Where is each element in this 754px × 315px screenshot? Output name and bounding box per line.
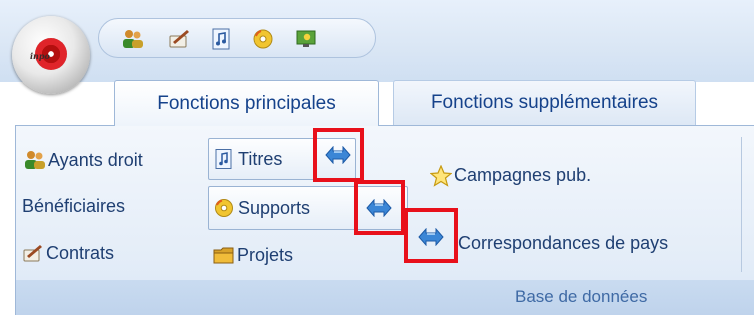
campagnes-pub-button[interactable]: Campagnes pub.	[429, 160, 592, 190]
double-arrow-icon[interactable]	[325, 146, 351, 164]
disc-icon	[214, 198, 234, 218]
star-icon	[429, 164, 453, 187]
music-document-icon	[214, 149, 234, 169]
campagnes-pub-label: Campagnes pub.	[454, 164, 592, 185]
tab-fonctions-principales[interactable]: Fonctions principales	[114, 80, 379, 126]
settings-screen-icon[interactable]	[295, 27, 319, 51]
supports-button[interactable]: Supports	[214, 193, 310, 223]
group-separator	[741, 137, 742, 272]
projets-label: Projets	[237, 244, 294, 265]
pen-icon[interactable]	[167, 27, 191, 51]
quick-access-toolbar	[98, 18, 376, 58]
correspondances-de-pays-button[interactable]: Correspondances de pays	[458, 228, 668, 258]
music-document-icon[interactable]	[209, 27, 233, 51]
ayants-droit-label: Ayants droit	[48, 149, 143, 170]
contrats-button[interactable]: Contrats	[22, 238, 114, 268]
app-logo-text: inpo	[30, 51, 50, 61]
people-icon[interactable]	[121, 27, 145, 51]
disc-icon[interactable]	[251, 27, 275, 51]
group-label: Base de données	[515, 287, 648, 306]
double-arrow-icon[interactable]	[366, 199, 392, 217]
supports-label: Supports	[238, 197, 311, 218]
tab-label: Fonctions principales	[157, 92, 336, 114]
tab-label: Fonctions supplémentaires	[430, 92, 659, 113]
contrats-label: Contrats	[46, 242, 115, 263]
beneficiaires-button[interactable]: Bénéficiaires	[22, 191, 125, 221]
application-menu-button[interactable]: inpo	[12, 16, 90, 94]
pen-icon	[22, 243, 42, 263]
projets-button[interactable]: Projets	[213, 240, 293, 270]
double-arrow-icon[interactable]	[418, 228, 444, 246]
folder-icon	[213, 245, 234, 265]
beneficiaires-label: Bénéficiaires	[22, 195, 126, 216]
people-icon	[24, 150, 45, 170]
titres-label: Titres	[238, 148, 283, 169]
ayants-droit-button[interactable]: Ayants droit	[24, 145, 143, 175]
tab-fonctions-supplementaires[interactable]: Fonctions supplémentaires	[393, 80, 696, 125]
titres-button[interactable]: Titres	[214, 144, 282, 174]
correspondances-de-pays-label: Correspondances de pays	[458, 232, 669, 253]
